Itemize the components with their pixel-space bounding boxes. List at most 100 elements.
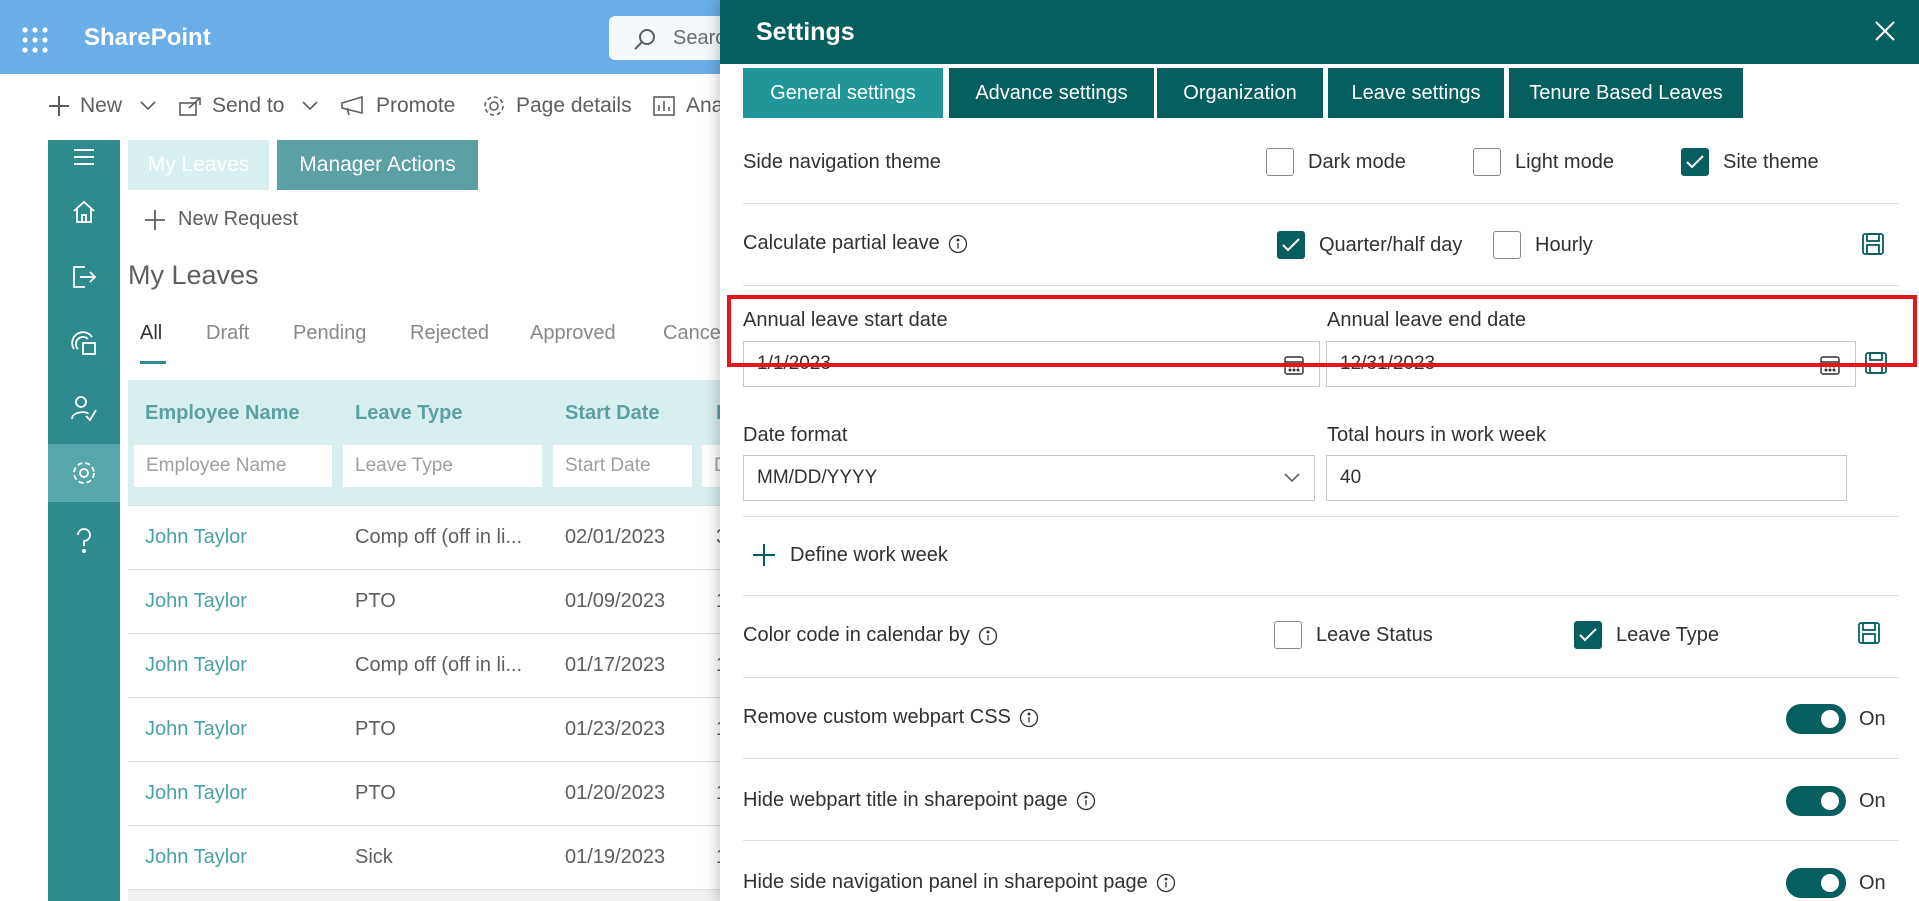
filter-employee-name[interactable]: Employee Name <box>134 445 332 487</box>
tab-cancelled[interactable]: Cance <box>663 322 721 345</box>
settings-panel <box>720 0 1919 901</box>
analytics-label: Ana <box>686 94 724 117</box>
row-leave-type: PTO <box>355 718 396 740</box>
settings-icon[interactable] <box>48 444 120 502</box>
column-header-employee[interactable]: Employee Name <box>145 402 300 425</box>
leave-icon[interactable] <box>48 248 120 306</box>
tab-selected-indicator <box>140 361 166 364</box>
chevron-down-icon <box>302 101 318 111</box>
send-to-button[interactable]: Send to <box>178 94 318 118</box>
tab-draft[interactable]: Draft <box>206 322 249 345</box>
info-icon[interactable] <box>1019 708 1039 728</box>
total-hours-text: Total hours in work week <box>1327 424 1546 446</box>
horizontal-scrollbar[interactable] <box>128 890 728 901</box>
leave-status-label: Leave Status <box>1316 623 1433 646</box>
filter-leave-type[interactable]: Leave Type <box>343 445 542 487</box>
tab-rejected[interactable]: Rejected <box>410 322 489 345</box>
page-title: My Leaves <box>128 260 259 290</box>
save-icon[interactable] <box>1857 621 1881 645</box>
info-icon[interactable] <box>1076 791 1096 811</box>
filter-start-date[interactable]: Start Date <box>553 445 692 487</box>
analytics-icon <box>652 95 676 117</box>
total-hours-field[interactable]: 40 <box>1326 455 1847 501</box>
row-employee-name[interactable]: John Taylor <box>145 782 247 805</box>
hourly-checkbox[interactable]: Hourly <box>1493 231 1593 259</box>
info-icon[interactable] <box>978 626 998 646</box>
hide-webpart-title-text: Hide webpart title in sharepoint page <box>743 789 1068 811</box>
promote-button[interactable]: Promote <box>340 94 455 118</box>
tab-general-settings[interactable]: General settings <box>743 68 943 118</box>
leave-type-checkbox[interactable]: Leave Type <box>1574 621 1719 649</box>
quarter-half-day-checkbox[interactable]: Quarter/half day <box>1277 231 1462 259</box>
row-leave-type: PTO <box>355 782 396 804</box>
row-employee-name[interactable]: John Taylor <box>145 590 247 613</box>
close-icon[interactable] <box>1874 20 1896 42</box>
quarter-half-day-label: Quarter/half day <box>1319 233 1463 256</box>
tab-tenure-based-leaves[interactable]: Tenure Based Leaves <box>1509 68 1743 118</box>
app-launcher-icon[interactable] <box>22 27 48 53</box>
column-header-leave-type[interactable]: Leave Type <box>355 402 462 425</box>
info-icon[interactable] <box>1156 873 1176 893</box>
chevron-down-icon <box>140 101 156 111</box>
calendar-icon[interactable] <box>48 314 120 372</box>
search-icon <box>633 27 657 51</box>
new-button[interactable]: New <box>48 94 156 118</box>
menu-icon[interactable] <box>48 128 120 186</box>
row-start-date: 01/09/2023 <box>565 590 666 612</box>
new-request-button[interactable]: New Request <box>144 208 298 231</box>
total-hours-value: 40 <box>1340 467 1362 488</box>
hide-side-navigation-toggle[interactable] <box>1786 868 1846 898</box>
tab-approved[interactable]: Approved <box>530 322 616 345</box>
plus-icon <box>48 95 70 117</box>
tab-organization[interactable]: Organization <box>1157 68 1323 118</box>
help-icon[interactable] <box>48 512 120 570</box>
row-employee-name[interactable]: John Taylor <box>145 718 247 741</box>
hide-webpart-title-toggle[interactable] <box>1786 786 1846 816</box>
hide-side-navigation-text: Hide side navigation panel in sharepoint… <box>743 871 1148 893</box>
grid-divider <box>128 633 728 634</box>
row-employee-name[interactable]: John Taylor <box>145 654 247 677</box>
light-mode-checkbox[interactable]: Light mode <box>1473 148 1614 176</box>
approval-icon[interactable] <box>48 379 120 437</box>
hourly-label: Hourly <box>1535 233 1593 256</box>
tab-leave-settings[interactable]: Leave settings <box>1328 68 1504 118</box>
date-format-dropdown[interactable]: MM/DD/YYYY <box>743 455 1315 501</box>
divider <box>743 203 1899 204</box>
calculate-partial-leave-text: Calculate partial leave <box>743 232 940 254</box>
checkbox-box <box>1266 148 1294 176</box>
tab-advance-settings[interactable]: Advance settings <box>949 68 1154 118</box>
date-format-text: Date format <box>743 424 848 446</box>
manager-actions-pivot[interactable]: Manager Actions <box>277 140 478 190</box>
row-employee-name[interactable]: John Taylor <box>145 846 247 869</box>
megaphone-icon <box>340 96 366 116</box>
page-details-button[interactable]: Page details <box>482 94 632 118</box>
checkmark-icon <box>1681 148 1709 176</box>
total-hours-label: Total hours in work week <box>1327 424 1546 447</box>
site-theme-label: Site theme <box>1723 150 1819 173</box>
send-to-label: Send to <box>212 94 285 117</box>
date-format-value: MM/DD/YYYY <box>757 467 878 488</box>
share-icon <box>178 95 202 117</box>
annotation-highlight-box <box>727 295 1917 367</box>
define-work-week-button[interactable]: Define work week <box>752 543 948 567</box>
home-icon[interactable] <box>48 183 120 241</box>
grid-divider <box>128 697 728 698</box>
analytics-button[interactable]: Ana <box>652 94 723 118</box>
tab-pending[interactable]: Pending <box>293 322 366 345</box>
info-icon[interactable] <box>948 234 968 254</box>
site-theme-checkbox[interactable]: Site theme <box>1681 148 1819 176</box>
grid-divider <box>128 761 728 762</box>
side-navigation-theme-label: Side navigation theme <box>743 151 941 174</box>
row-start-date: 01/17/2023 <box>565 654 666 676</box>
promote-label: Promote <box>376 94 456 117</box>
tab-all[interactable]: All <box>140 322 162 345</box>
remove-custom-css-toggle[interactable] <box>1786 704 1846 734</box>
save-icon[interactable] <box>1861 232 1885 256</box>
column-header-start-date[interactable]: Start Date <box>565 402 659 425</box>
leave-status-checkbox[interactable]: Leave Status <box>1274 621 1433 649</box>
row-employee-name[interactable]: John Taylor <box>145 526 247 549</box>
app-brand[interactable]: SharePoint <box>84 24 211 52</box>
calculate-partial-leave-label: Calculate partial leave <box>743 232 968 255</box>
dark-mode-checkbox[interactable]: Dark mode <box>1266 148 1406 176</box>
my-leaves-pivot[interactable]: My Leaves <box>128 140 269 190</box>
